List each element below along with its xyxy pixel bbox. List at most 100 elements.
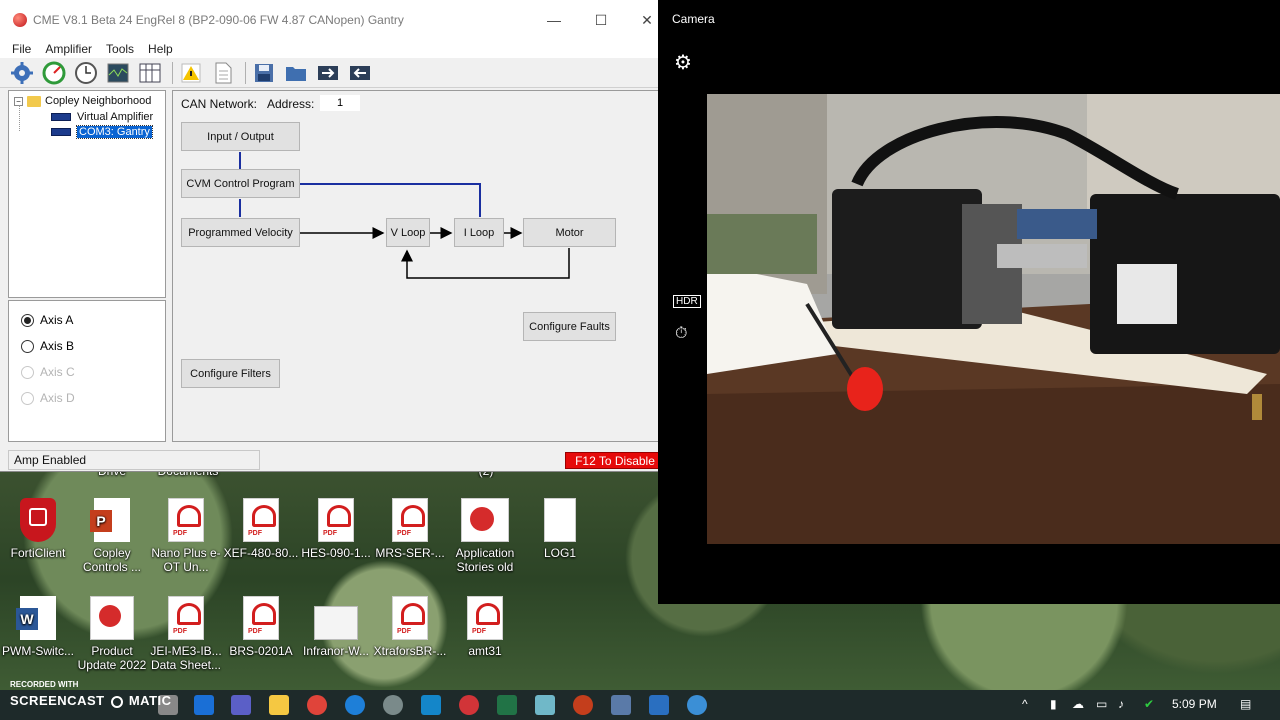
desktop-icon-label: FortiClient (10, 546, 66, 560)
configure-faults-button[interactable]: Configure Faults (523, 312, 616, 341)
desktop-icon-brs[interactable]: PDF BRS-0201A (223, 596, 299, 658)
photos-icon[interactable] (649, 695, 669, 715)
cme-window: CME V8.1 Beta 24 EngRel 8 (BP2-090-06 FW… (0, 0, 670, 472)
presentation-icon (90, 596, 134, 640)
toolbar-upload-button[interactable] (346, 60, 374, 86)
menu-help[interactable]: Help (148, 42, 173, 56)
outlook-icon[interactable] (194, 695, 214, 715)
toolbar-control-panel-button[interactable] (40, 60, 68, 86)
teams-icon[interactable] (231, 695, 251, 715)
tree-item-label: COM3: Gantry (76, 125, 153, 139)
timer-icon[interactable]: ⏱ (675, 325, 687, 343)
desktop-icon-amt31[interactable]: PDF amt31 (447, 596, 523, 658)
camera-taskbar-icon[interactable] (611, 695, 631, 715)
input-output-button[interactable]: Input / Output (181, 122, 300, 151)
chevron-up-icon[interactable]: ^ (1022, 697, 1028, 711)
motor-button[interactable]: Motor (523, 218, 616, 247)
desktop-icon-label: Product Update 2022 (77, 644, 147, 672)
desktop-icon-jei[interactable]: PDF JEI-ME3-IB... Data Sheet... (148, 596, 224, 672)
tree-root[interactable]: − Copley Neighborhood (14, 95, 151, 107)
text-file-icon (544, 498, 576, 542)
shield-check-icon[interactable]: ✔ (1144, 697, 1154, 711)
file-explorer-icon[interactable] (269, 695, 289, 715)
pdf-icon: PDF (243, 596, 279, 640)
toolbar-warning-button[interactable] (177, 60, 205, 86)
toolbar-table-button[interactable] (136, 60, 164, 86)
toolbar-save-button[interactable] (250, 60, 278, 86)
forticlient-icon (20, 498, 56, 542)
pdf-icon: PDF (168, 596, 204, 640)
desktop-icon-xtrafors[interactable]: PDF XtraforsBR-... (372, 596, 448, 658)
i-loop-button[interactable]: I Loop (454, 218, 504, 247)
menu-tools[interactable]: Tools (106, 42, 134, 56)
toolbar-settings-button[interactable] (8, 60, 36, 86)
desktop-icon-label: Application Stories old (455, 546, 515, 574)
app-icon[interactable] (383, 695, 403, 715)
menu-file[interactable]: File (12, 42, 31, 56)
notifications-icon[interactable]: ▤ (1240, 697, 1251, 711)
tree-item-virtual-amplifier[interactable]: Virtual Amplifier (51, 111, 153, 123)
toolbar-scope-button[interactable] (104, 60, 132, 86)
axis-label: Axis C (40, 365, 75, 379)
title-bar[interactable]: CME V8.1 Beta 24 EngRel 8 (BP2-090-06 FW… (0, 0, 669, 40)
r-app-icon[interactable] (421, 695, 441, 715)
taskbar-clock[interactable]: 5:09 PM (1172, 697, 1217, 711)
axis-c-radio: Axis C (21, 365, 75, 379)
arrow-left-icon (350, 65, 370, 80)
toolbar-open-button[interactable] (282, 60, 310, 86)
usb-icon[interactable]: ▮ (1050, 697, 1057, 711)
configure-filters-button[interactable]: Configure Filters (181, 359, 280, 388)
axis-b-radio[interactable]: Axis B (21, 339, 74, 353)
toolbar-download-button[interactable] (314, 60, 342, 86)
desktop-icon-nano-plus[interactable]: PDF Nano Plus e-OT Un... (148, 498, 224, 574)
menu-amplifier[interactable]: Amplifier (45, 42, 92, 56)
powerpoint-taskbar-icon[interactable] (573, 695, 593, 715)
desktop-icon-label: Nano Plus e-OT Un... (151, 546, 221, 574)
desktop-icon-label: amt31 (468, 644, 502, 658)
camera-settings-icon[interactable]: ⚙ (674, 50, 692, 75)
desktop-icon-label: BRS-0201A (229, 644, 293, 658)
cvm-vloop-connector (300, 183, 481, 217)
desktop-icon-product-update[interactable]: Product Update 2022 (74, 596, 150, 672)
cme-app-icon (13, 13, 27, 27)
notes-icon[interactable] (535, 695, 555, 715)
maximize-button[interactable]: ☐ (578, 0, 624, 40)
tree-item-com3-gantry[interactable]: COM3: Gantry (51, 125, 153, 139)
f12-disable-button[interactable]: F12 To Disable (565, 452, 665, 469)
programmed-velocity-button[interactable]: Programmed Velocity (181, 218, 300, 247)
pdf-icon: PDF (392, 596, 428, 640)
toolbar-clock-button[interactable] (72, 60, 100, 86)
volume-icon[interactable]: ♪ (1118, 697, 1124, 711)
chrome-icon[interactable] (307, 695, 327, 715)
desktop-icon-pwm-switch[interactable]: W PWM-Switc... (0, 596, 76, 658)
pdf-icon: PDF (392, 498, 428, 542)
toolbar-document-button[interactable] (209, 60, 237, 86)
cortana-icon[interactable] (687, 695, 707, 715)
gear-icon (11, 61, 33, 84)
axis-a-radio[interactable]: Axis A (21, 313, 73, 327)
desktop-icon-label: PWM-Switc... (2, 644, 74, 658)
desktop-icon-copley-controls[interactable]: P Copley Controls ... (74, 498, 150, 574)
desktop-icon-hes[interactable]: PDF HES-090-1... (298, 498, 374, 560)
address-field: 1 (320, 95, 360, 111)
grid-icon (139, 63, 161, 82)
document-thumbnail-icon (314, 606, 358, 640)
desktop-icon-application-stories[interactable]: Application Stories old (447, 498, 523, 574)
desktop-icon-log1[interactable]: LOG1 (522, 498, 598, 560)
desktop-icon-xef[interactable]: PDF XEF-480-80... (223, 498, 299, 560)
edge-icon[interactable] (345, 695, 365, 715)
desktop-icon-label: XEF-480-80... (223, 546, 299, 560)
network-tree: − Copley Neighborhood Virtual Amplifier … (8, 90, 166, 298)
minimize-button[interactable]: — (531, 0, 577, 40)
desktop-icon-mrs[interactable]: PDF MRS-SER-... (372, 498, 448, 560)
axis-label: Axis A (40, 313, 74, 327)
v-loop-button[interactable]: V Loop (386, 218, 430, 247)
desktop-icon-forticlient[interactable]: FortiClient (0, 498, 76, 560)
excel-icon[interactable] (497, 695, 517, 715)
desktop-icon-infranor[interactable]: Infranor-W... (298, 596, 374, 658)
hdr-icon[interactable]: HDR (673, 295, 701, 308)
cvm-control-program-button[interactable]: CVM Control Program (181, 169, 300, 198)
network-icon[interactable]: ▭ (1096, 697, 1107, 711)
cloud-icon[interactable]: ☁ (1072, 697, 1084, 711)
cme-taskbar-icon[interactable] (459, 695, 479, 715)
